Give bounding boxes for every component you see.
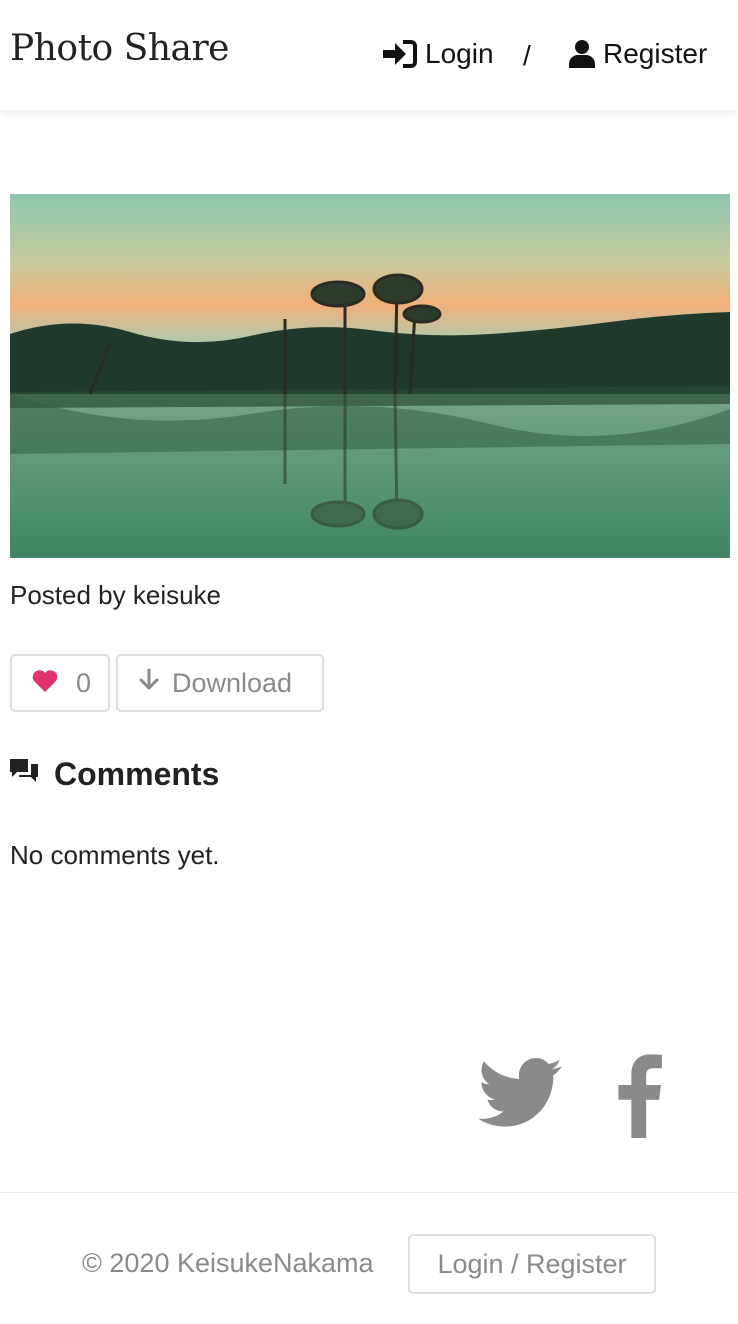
copyright-text: © 2020 KeisukeNakama bbox=[82, 1248, 374, 1278]
login-link[interactable]: Login bbox=[383, 38, 494, 70]
register-label: Register bbox=[603, 38, 708, 69]
brand-logo[interactable]: Photo Share bbox=[10, 28, 230, 69]
posted-by-text: Posted by keisuke bbox=[10, 580, 222, 610]
comments-icon bbox=[10, 756, 38, 793]
footer-login-register-button[interactable]: Login / Register bbox=[408, 1234, 656, 1294]
download-button[interactable]: Download bbox=[116, 654, 324, 712]
comments-heading: Comments bbox=[10, 756, 219, 793]
twitter-link[interactable] bbox=[478, 1058, 562, 1133]
arrow-down-icon bbox=[138, 668, 160, 699]
facebook-link[interactable] bbox=[614, 1052, 664, 1143]
site-header: Photo Share Login / Register bbox=[0, 0, 738, 110]
login-label: Login bbox=[425, 38, 494, 69]
nav-separator: / bbox=[523, 40, 531, 71]
facebook-icon bbox=[614, 1054, 664, 1142]
heart-icon bbox=[32, 668, 58, 699]
user-icon bbox=[569, 40, 595, 68]
download-label: Download bbox=[172, 667, 293, 698]
no-comments-text: No comments yet. bbox=[10, 840, 220, 870]
sign-in-icon bbox=[383, 40, 417, 68]
like-button[interactable]: 0 bbox=[10, 654, 110, 712]
twitter-icon bbox=[478, 1058, 562, 1132]
footer-divider bbox=[0, 1192, 738, 1193]
post-photo bbox=[10, 194, 730, 558]
like-count: 0 bbox=[76, 667, 92, 698]
comments-title: Comments bbox=[54, 756, 220, 792]
register-link[interactable]: Register bbox=[569, 38, 707, 70]
